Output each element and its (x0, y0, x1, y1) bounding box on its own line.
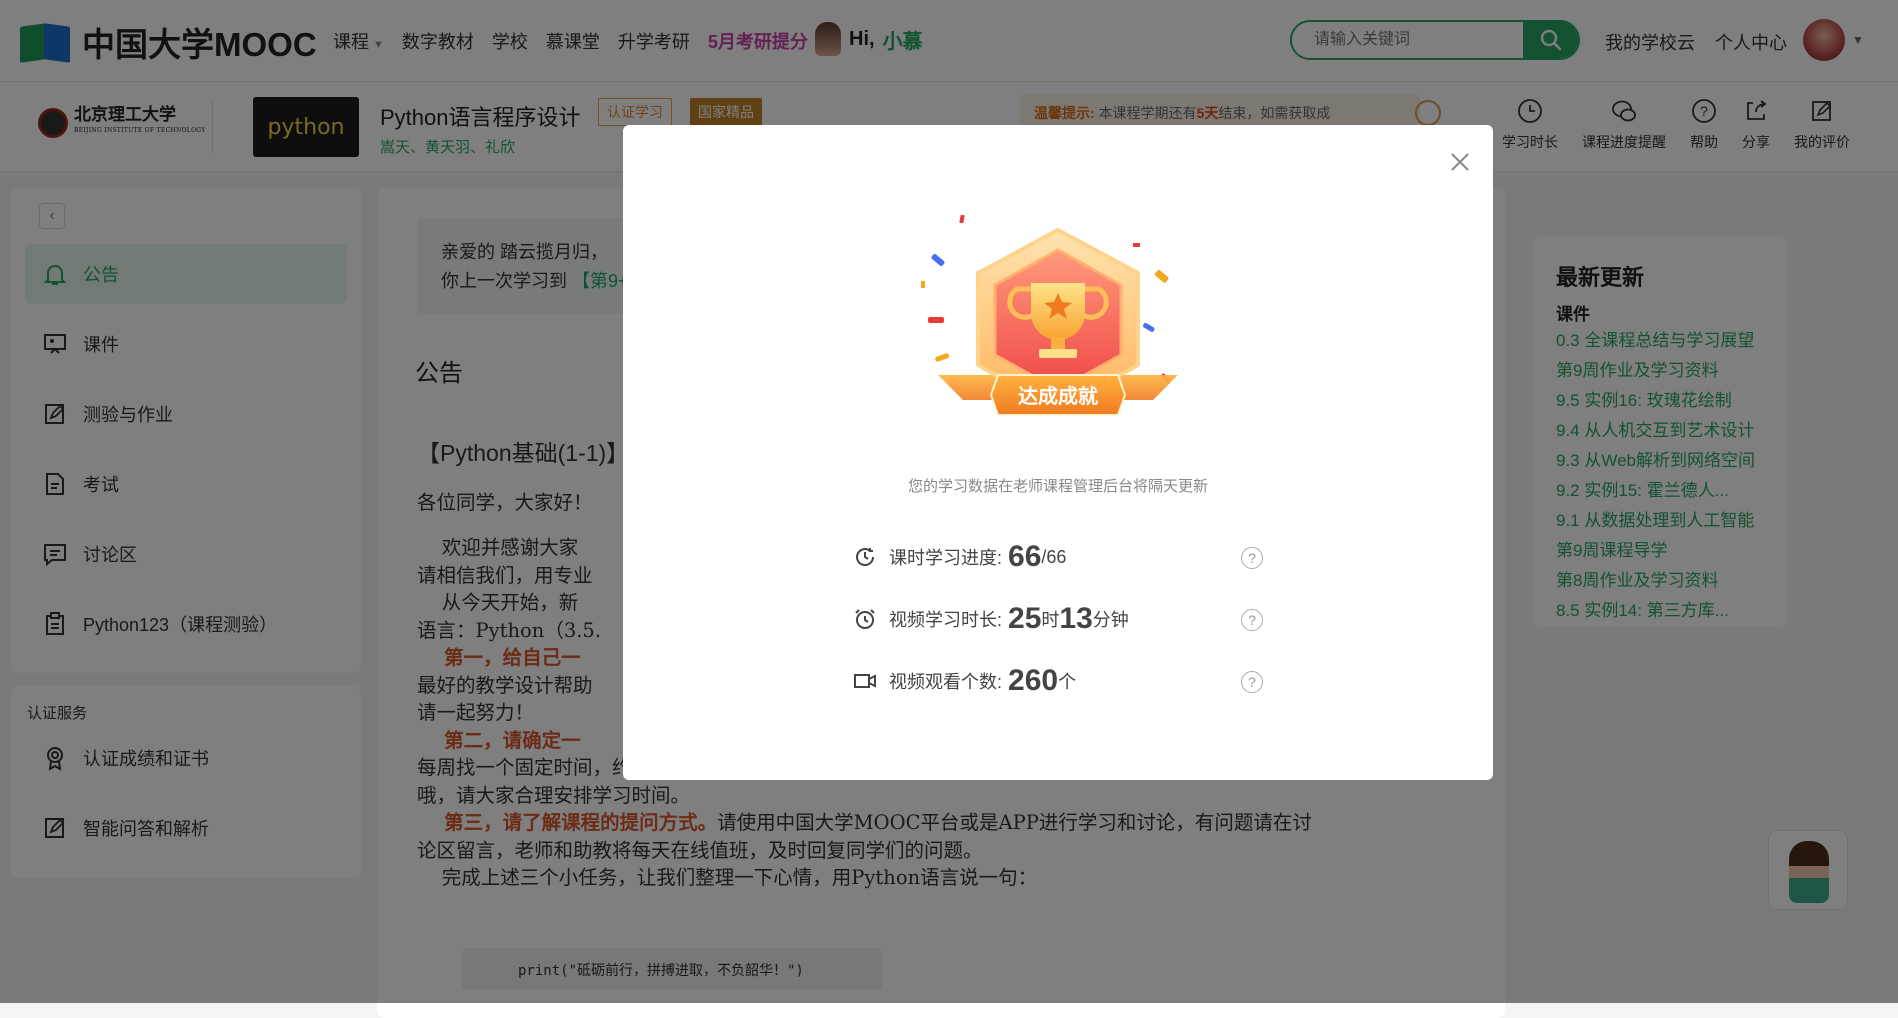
lesson-progress-stat: 课时学习进度: 66/66 ? (853, 537, 1273, 577)
video-camera-icon (854, 674, 876, 688)
achievement-badge-icon: 达成成就 (921, 215, 1178, 416)
stat-value: 25 (1008, 602, 1042, 635)
badge-label: 达成成就 (1018, 384, 1098, 408)
stat-value: 260 (1008, 664, 1059, 697)
stat-unit: 分钟 (1092, 610, 1129, 630)
progress-icon (856, 548, 875, 566)
stat-unit: /66 (1041, 546, 1067, 567)
alarm-clock-icon (855, 609, 875, 629)
close-button[interactable] (1445, 147, 1475, 177)
stat-label: 视频学习时长: (889, 610, 1003, 630)
stat-label: 视频观看个数: (889, 672, 1003, 692)
stat-value: 13 (1059, 602, 1093, 635)
close-icon (1451, 153, 1469, 171)
video-count-stat: 视频观看个数: 260 个 ? (853, 661, 1273, 701)
stat-label: 课时学习进度: (889, 548, 1003, 568)
stat-value: 66 (1008, 540, 1042, 573)
stat-unit: 时 (1041, 610, 1060, 630)
help-icon[interactable]: ? (1241, 609, 1263, 631)
video-duration-stat: 视频学习时长: 25 时 13 分钟 ? (853, 599, 1273, 639)
achievement-modal: 达成成就 您的学习数据在老师课程管理后台将隔天更新 课时学习进度: 66/66 … (623, 125, 1493, 780)
help-icon[interactable]: ? (1241, 547, 1263, 569)
stat-unit: 个 (1058, 672, 1077, 692)
update-note: 您的学习数据在老师课程管理后台将隔天更新 (907, 478, 1208, 495)
help-icon[interactable]: ? (1241, 671, 1263, 693)
